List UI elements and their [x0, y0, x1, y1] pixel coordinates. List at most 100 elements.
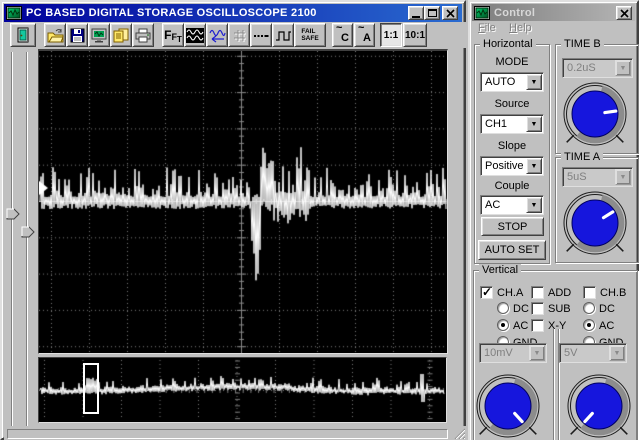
failsafe-label-1: FAIL	[301, 28, 316, 35]
time-a-combobox[interactable]: 5uS ▼	[562, 167, 633, 187]
sub-label: SUB	[548, 303, 571, 315]
step-signal-button[interactable]	[272, 23, 294, 47]
dotted-line-button[interactable]	[250, 23, 272, 47]
control-menubar: File Help	[472, 21, 635, 36]
close-icon	[445, 8, 455, 18]
source-value: CH1	[485, 118, 508, 130]
xy-label: X-Y	[548, 320, 567, 332]
time-a-knob[interactable]	[559, 187, 631, 259]
exit-button[interactable]	[10, 23, 36, 47]
menu-help[interactable]: Help	[509, 22, 532, 34]
time-b-knob[interactable]	[559, 78, 631, 150]
print-button[interactable]	[132, 23, 154, 47]
dual-trace-icon	[186, 27, 204, 43]
slider-track-b[interactable]	[26, 52, 28, 426]
display-button[interactable]	[88, 23, 110, 47]
control-close-button[interactable]	[616, 6, 632, 20]
grid-button[interactable]	[228, 23, 250, 47]
notes-icon	[113, 28, 129, 42]
ch-b-knob[interactable]	[563, 370, 635, 440]
sub-checkbox[interactable]	[531, 302, 544, 315]
overview-display	[39, 358, 446, 422]
control-titlebar[interactable]: Control	[472, 4, 635, 22]
ch-b-range-value: 5V	[564, 347, 578, 359]
autoset-button[interactable]: AUTO SET	[478, 240, 546, 260]
chevron-down-icon: ▼	[615, 169, 631, 185]
main-titlebar[interactable]: PC BASED DIGITAL STORAGE OSCILLOSCOPE 21…	[4, 4, 462, 22]
save-icon	[70, 28, 84, 42]
failsafe-label-2: SAFE	[301, 35, 319, 42]
ratio-10-1-button[interactable]: 10:1	[403, 23, 427, 47]
control-app-icon	[474, 6, 490, 20]
xy-checkbox[interactable]	[531, 319, 544, 332]
ch-b-label: CH.B	[600, 287, 627, 299]
chevron-down-icon[interactable]: ▼	[526, 116, 542, 132]
ch-b-checkbox[interactable]	[583, 286, 596, 299]
ch-b-ac-radio[interactable]	[583, 319, 595, 331]
ch-b-range-combobox[interactable]: 5V ▼	[559, 343, 627, 363]
source-label: Source	[494, 98, 530, 110]
open-folder-icon	[47, 28, 64, 42]
chevron-down-icon: ▼	[609, 345, 625, 361]
time-b-combobox[interactable]: 0.2uS ▼	[562, 58, 633, 78]
ch-a-dc-radio[interactable]	[497, 302, 509, 314]
cal-c-label: C	[341, 32, 349, 44]
resize-grip[interactable]	[452, 426, 465, 439]
ratio-10-1-label: 10:1	[404, 29, 425, 41]
mode-label: MODE	[495, 56, 529, 68]
slope-combobox[interactable]: Positive ▼	[480, 156, 544, 176]
stop-label: STOP	[497, 220, 528, 233]
ch-a-label: CH.A	[497, 287, 524, 299]
ch-a-ac-radio[interactable]	[497, 319, 509, 331]
close-icon	[619, 8, 629, 18]
ch-b-dc-radio[interactable]	[583, 302, 595, 314]
ratio-1-1-label: 1:1	[383, 29, 399, 41]
menu-file[interactable]: File	[478, 22, 496, 34]
chevron-down-icon[interactable]: ▼	[526, 197, 542, 213]
horizontal-group-label: Horizontal	[480, 38, 536, 50]
maximize-button[interactable]	[424, 6, 440, 20]
cal-a-button[interactable]: ~ A	[354, 23, 375, 47]
source-combobox[interactable]: CH1 ▼	[480, 114, 544, 134]
chevron-down-icon[interactable]: ▼	[526, 158, 542, 174]
chevron-down-icon[interactable]: ▼	[526, 74, 542, 90]
slope-label: Slope	[497, 140, 527, 152]
vertical-group-label: Vertical	[479, 264, 522, 276]
time-b-group-label: TIME B	[561, 38, 604, 50]
exit-icon	[17, 27, 29, 43]
cal-c-button[interactable]: ~ C	[332, 23, 353, 47]
copy-button[interactable]	[110, 23, 132, 47]
dual-trace-button[interactable]	[184, 23, 206, 47]
maximize-icon	[427, 9, 437, 17]
slider-track-a[interactable]	[11, 52, 13, 426]
ch-a-knob[interactable]	[472, 370, 544, 440]
slider-thumb-a[interactable]	[6, 208, 20, 220]
main-scope-display	[39, 51, 447, 353]
control-window: Control File Help Horizontal MODE AUTO ▼…	[468, 0, 639, 440]
add-checkbox[interactable]	[531, 286, 544, 299]
time-a-group: TIME A 5uS ▼	[555, 151, 639, 263]
status-panel	[7, 429, 448, 439]
mode-value: AUTO	[485, 76, 516, 88]
screen: PC BASED DIGITAL STORAGE OSCILLOSCOPE 21…	[0, 0, 639, 440]
single-capture-button[interactable]	[206, 23, 228, 47]
slider-thumb-b[interactable]	[21, 226, 35, 238]
ch-a-checkbox[interactable]	[480, 285, 493, 299]
fft-button[interactable]: FFT	[162, 23, 184, 47]
stop-button[interactable]: STOP	[481, 217, 544, 236]
couple-value: AC	[485, 199, 501, 211]
ch-a-range-value: 10mV	[484, 347, 513, 359]
time-b-group: TIME B 0.2uS ▼	[555, 38, 639, 154]
open-button[interactable]	[44, 23, 66, 47]
minimize-button[interactable]	[408, 6, 424, 20]
couple-combobox[interactable]: AC ▼	[480, 195, 544, 215]
ch-a-range-combobox[interactable]: 10mV ▼	[479, 343, 547, 363]
horizontal-group: Horizontal MODE AUTO ▼ Source CH1 ▼ Slop…	[474, 38, 550, 264]
overview-selection[interactable]	[83, 363, 99, 414]
close-button[interactable]	[442, 6, 458, 20]
ratio-1-1-button[interactable]: 1:1	[380, 23, 402, 47]
mode-combobox[interactable]: AUTO ▼	[480, 72, 544, 92]
save-button[interactable]	[66, 23, 88, 47]
grid-icon	[233, 29, 246, 42]
failsafe-button[interactable]: FAIL SAFE	[294, 23, 326, 47]
